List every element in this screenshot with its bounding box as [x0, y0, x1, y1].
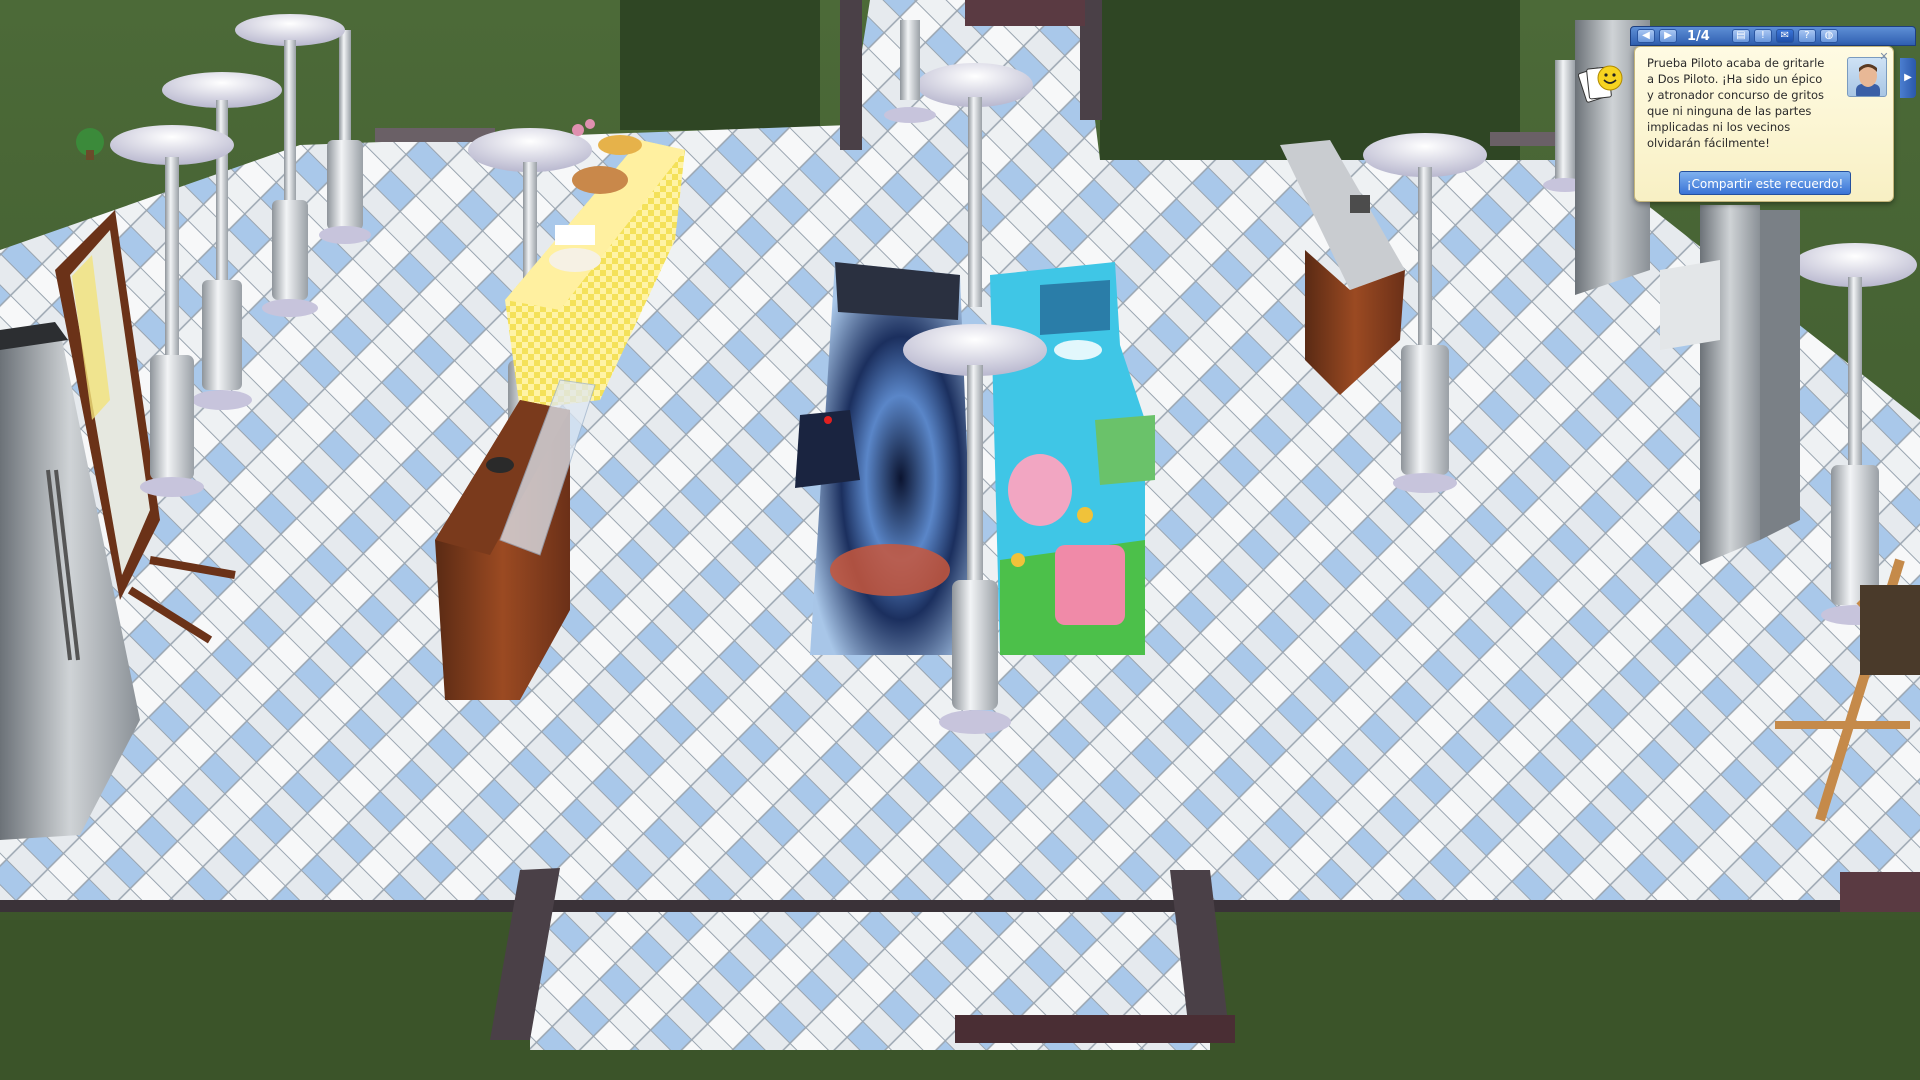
expand-notification-icon[interactable]: ▶	[1900, 58, 1916, 98]
notification-page-counter: 1/4	[1687, 28, 1710, 44]
chat-icon[interactable]: ✉	[1775, 29, 1794, 43]
filter-icon[interactable]: ▤	[1731, 29, 1750, 43]
speech-icon[interactable]: ◍	[1819, 29, 1838, 43]
notification-toolbar: ◀ ▶ 1/4 ▤ ! ✉ ? ◍	[1630, 26, 1916, 46]
game-scene[interactable]	[0, 0, 1920, 1080]
alert-icon[interactable]: !	[1753, 29, 1772, 43]
close-icon[interactable]: ✕	[1878, 51, 1890, 63]
notification-message: Prueba Piloto acaba de gritarle a Dos Pi…	[1647, 56, 1825, 150]
chevron-right-icon[interactable]: ▶	[1659, 29, 1677, 43]
smiley-icon	[1578, 65, 1623, 103]
sim-portrait-avatar[interactable]	[1847, 57, 1887, 97]
help-icon[interactable]: ?	[1797, 29, 1816, 43]
chevron-left-icon[interactable]: ◀	[1637, 29, 1655, 43]
notification-card: Prueba Piloto acaba de gritarle a Dos Pi…	[1634, 46, 1894, 202]
share-memory-button[interactable]: ¡Compartir este recuerdo!	[1679, 171, 1851, 195]
